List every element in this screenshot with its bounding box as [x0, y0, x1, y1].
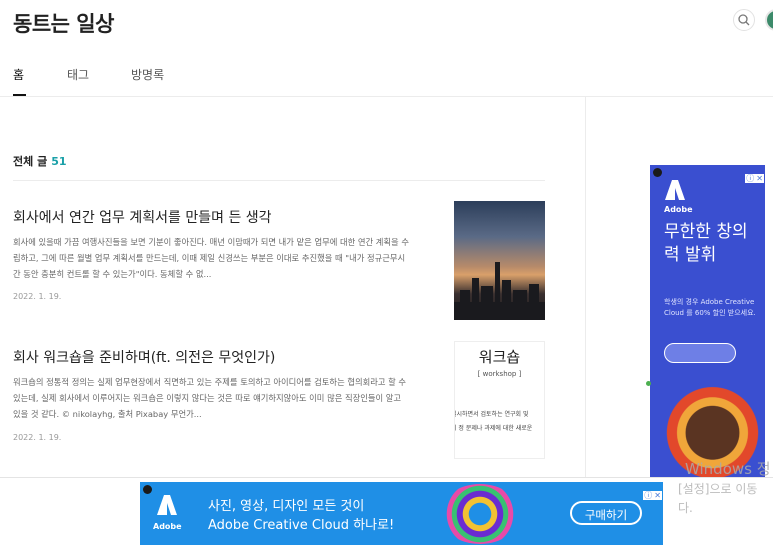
thumbnail-line: 의 정 문제나 과제에 대한 새로운 — [454, 425, 533, 432]
blog-title[interactable]: 동트는 일상 — [13, 8, 114, 38]
ad-brand: Adobe — [664, 205, 693, 214]
ad-art-image — [440, 484, 520, 544]
windows-watermark-line3: 다. — [678, 501, 693, 515]
post-title[interactable]: 회사에서 연간 업무 계획서를 만들며 든 생각 — [13, 207, 272, 227]
ad-headline-line2: Adobe Creative Cloud 하나로! — [208, 518, 395, 533]
buy-button[interactable]: 구매하기 — [570, 501, 642, 525]
search-button[interactable] — [733, 9, 755, 31]
list-divider — [13, 180, 545, 181]
ad-cta-button[interactable] — [664, 343, 736, 363]
post-count: 51 — [51, 155, 67, 168]
windows-watermark: Windows 정 — [685, 460, 771, 478]
tab-tags[interactable]: 태그 — [67, 66, 89, 83]
side-ad-banner[interactable]: ⓘ ✕ Adobe 무한한 창의력 발휘 학생의 경우 Adobe Creativ… — [650, 165, 765, 477]
tab-guestbook[interactable]: 방명록 — [131, 66, 164, 83]
post-list-heading-label: 전체 글 — [13, 155, 48, 168]
post-date: 2022. 1. 19. — [13, 433, 62, 442]
post-date: 2022. 1. 19. — [13, 292, 62, 301]
ad-subtext: 학생의 경우 Adobe Creative Cloud 를 60% 할인 받으세… — [664, 298, 756, 317]
status-dot — [646, 381, 651, 386]
ad-close-icon[interactable]: ✕ — [755, 174, 764, 183]
bottom-ad-banner[interactable]: ⓘ ✕ Adobe 사진, 영상, 디자인 모든 것이 Adobe Creativ… — [140, 482, 663, 545]
ad-close-icon[interactable]: ✕ — [653, 491, 662, 500]
ad-info-icon[interactable]: ⓘ — [745, 174, 756, 183]
ad-headline: 사진, 영상, 디자인 모든 것이 Adobe Creative Cloud 하… — [208, 497, 394, 535]
post-thumbnail-workshop[interactable]: 워크숍 [ workshop ] 실시하면서 검토하는 연구회 및 의 정 문제… — [454, 341, 545, 459]
windows-watermark-line2: [설정]으로 이동 — [678, 482, 758, 496]
sidebar-divider — [585, 97, 586, 487]
adobe-logo-icon — [156, 494, 178, 522]
post-list-heading: 전체 글 51 — [13, 153, 67, 169]
ad-headline: 무한한 창의력 발휘 — [664, 222, 748, 265]
ad-brand: Adobe — [153, 522, 182, 531]
ad-info-icon[interactable]: ⓘ — [643, 491, 654, 500]
ad-badge-icon — [143, 485, 152, 494]
search-icon — [738, 14, 750, 26]
post-thumbnail-skyline[interactable] — [454, 201, 545, 320]
thumbnail-small-text: [ workshop ] — [477, 370, 522, 378]
thumbnail-line: 실시하면서 검토하는 연구회 및 — [454, 411, 529, 418]
windows-watermark-sub: [설정]으로 이동 다. — [678, 480, 757, 518]
avatar[interactable] — [765, 9, 773, 31]
thumbnail-big-text: 워크숍 — [478, 348, 521, 366]
header-divider — [0, 96, 773, 97]
tab-home[interactable]: 홈 — [13, 66, 24, 83]
post-excerpt[interactable]: 워크숍의 정통적 정의는 실제 업무현장에서 직면하고 있는 주제를 토의하고 … — [13, 374, 410, 422]
ad-headline-line1: 사진, 영상, 디자인 모든 것이 — [208, 499, 365, 514]
post-title[interactable]: 회사 워크숍을 준비하며(ft. 의전은 무엇인가) — [13, 347, 275, 367]
post-excerpt[interactable]: 회사에 있을때 가끔 여행사진들을 보면 기분이 좋아진다. 매년 이맘때가 되… — [13, 234, 410, 282]
ad-badge-icon — [653, 168, 662, 177]
